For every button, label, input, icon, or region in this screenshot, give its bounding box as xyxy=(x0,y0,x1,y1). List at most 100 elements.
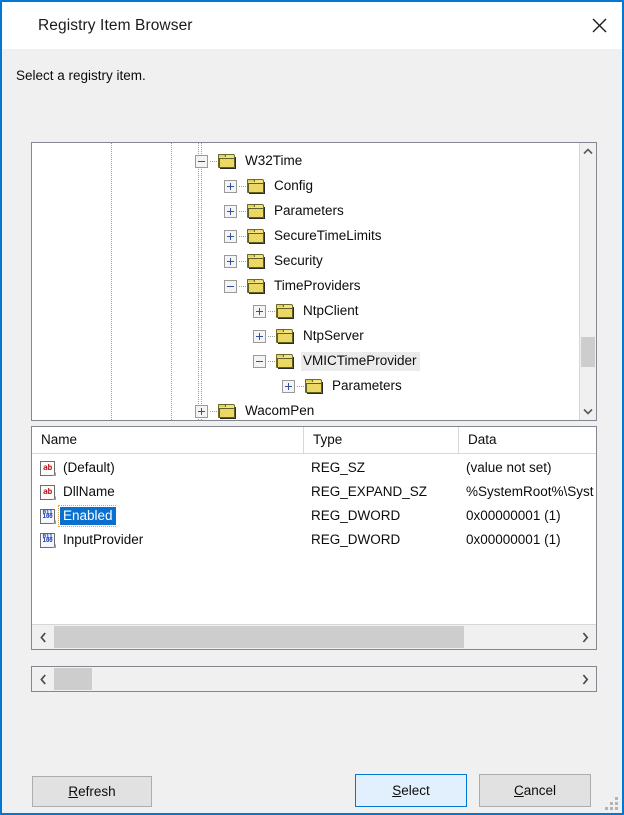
chevron-right-icon xyxy=(582,673,588,685)
tree-scroll-thumb[interactable] xyxy=(581,337,595,367)
refresh-button-label: Refresh xyxy=(68,784,115,799)
window-title: Registry Item Browser xyxy=(38,17,193,34)
tree-connector-line xyxy=(268,336,276,337)
list-item[interactable]: ab (Default) REG_SZ (value not set) xyxy=(32,456,596,480)
tree-node[interactable]: WacomPen xyxy=(195,399,317,420)
tree-connector-line xyxy=(297,386,305,387)
value-data-cell: %SystemRoot%\Syst xyxy=(466,484,594,499)
tree-node[interactable]: VMICTimeProvider xyxy=(253,349,420,374)
select-label-rest: elect xyxy=(401,783,430,798)
scroll-right-button[interactable] xyxy=(574,667,596,691)
folder-icon xyxy=(276,304,294,319)
collapse-node-icon[interactable] xyxy=(195,155,208,168)
list-item[interactable]: 011 100 InputProvider REG_DWORD 0x00000001 (… xyxy=(32,528,596,552)
scroll-up-button[interactable] xyxy=(580,143,596,160)
scroll-left-button[interactable] xyxy=(32,625,54,649)
tree-connector-line xyxy=(268,361,276,362)
list-item[interactable]: ab DllName REG_EXPAND_SZ %SystemRoot%\Syst xyxy=(32,480,596,504)
tree-node[interactable]: Parameters xyxy=(282,374,405,399)
select-button[interactable]: Select xyxy=(355,774,467,807)
list-horizontal-scrollbar[interactable] xyxy=(32,624,596,649)
expand-node-icon[interactable] xyxy=(224,230,237,243)
folder-icon xyxy=(218,154,236,169)
value-type-cell: REG_DWORD xyxy=(311,532,401,547)
expand-node-icon[interactable] xyxy=(195,405,208,418)
tree-connector-line xyxy=(210,161,218,162)
expand-node-icon[interactable] xyxy=(253,330,266,343)
chevron-down-icon xyxy=(583,408,593,415)
tree-connector-line xyxy=(239,261,247,262)
value-name-cell: 011 100 InputProvider xyxy=(40,528,146,552)
folder-icon xyxy=(247,179,265,194)
column-header-name[interactable]: Name xyxy=(32,427,303,453)
chevron-right-icon xyxy=(582,631,588,643)
title-bar: Registry Item Browser xyxy=(2,2,622,49)
dword-value-icon: 011 100 xyxy=(40,532,57,549)
value-name-text: DllName xyxy=(63,484,115,499)
folder-icon xyxy=(218,404,236,419)
list-scroll-thumb[interactable] xyxy=(54,626,464,648)
tree-node[interactable]: Parameters xyxy=(224,199,347,224)
refresh-button[interactable]: Refresh xyxy=(32,776,152,807)
tree-node-label: WacomPen xyxy=(245,403,315,418)
column-header-data[interactable]: Data xyxy=(458,427,596,453)
string-value-icon: ab xyxy=(40,484,57,501)
tree-vertical-scrollbar[interactable] xyxy=(579,143,596,420)
value-name-cell: ab DllName xyxy=(40,480,118,504)
value-name-text: InputProvider xyxy=(63,532,144,547)
tree-node-label: SecureTimeLimits xyxy=(274,228,382,243)
chevron-up-icon xyxy=(583,148,593,155)
expand-node-icon[interactable] xyxy=(282,380,295,393)
value-data-cell: 0x00000001 (1) xyxy=(466,508,561,523)
scroll-right-button[interactable] xyxy=(574,625,596,649)
tree-node-label: Security xyxy=(274,253,323,268)
accelerator-letter: S xyxy=(392,783,402,798)
tree-connector-line xyxy=(239,286,247,287)
close-button[interactable] xyxy=(576,2,622,48)
collapse-node-icon[interactable] xyxy=(224,280,237,293)
tree-node[interactable]: Config xyxy=(224,174,316,199)
scroll-down-button[interactable] xyxy=(580,403,596,420)
folder-icon xyxy=(247,229,265,244)
resize-grip-icon[interactable] xyxy=(605,797,618,810)
value-name-cell: ab (Default) xyxy=(40,456,118,480)
value-name-text: (Default) xyxy=(63,460,115,475)
expand-node-icon[interactable] xyxy=(224,205,237,218)
tree-node[interactable]: TimeProviders xyxy=(224,274,364,299)
expand-node-icon[interactable] xyxy=(253,305,266,318)
registry-values-list[interactable]: Name Type Data ab (Default) REG_SZ (value n… xyxy=(31,426,597,650)
accelerator-letter: C xyxy=(513,783,524,798)
tree-connector-line xyxy=(210,411,218,412)
expand-node-icon[interactable] xyxy=(224,180,237,193)
cancel-button[interactable]: Cancel xyxy=(479,774,591,807)
column-header-type[interactable]: Type xyxy=(303,427,458,453)
folder-icon xyxy=(247,204,265,219)
chevron-left-icon xyxy=(39,673,46,685)
value-data-cell: 0x00000001 (1) xyxy=(466,532,561,547)
value-name-cell: 011 100 Enabled xyxy=(40,504,116,528)
collapse-node-icon[interactable] xyxy=(253,355,266,368)
folder-icon xyxy=(247,279,265,294)
tree-node[interactable]: Security xyxy=(224,249,326,274)
folder-icon xyxy=(276,354,294,369)
scroll-left-button[interactable] xyxy=(32,667,54,691)
tree-node-label: Parameters xyxy=(274,203,344,218)
list-item[interactable]: 011 100 Enabled REG_DWORD 0x00000001 (1) xyxy=(32,504,596,528)
tree-node-label: NtpClient xyxy=(303,303,359,318)
expand-node-icon[interactable] xyxy=(224,255,237,268)
dword-value-icon: 011 100 xyxy=(40,508,57,525)
value-type-cell: REG_DWORD xyxy=(311,508,401,523)
list-body: ab (Default) REG_SZ (value not set) ab DllNam… xyxy=(32,454,596,624)
accelerator-letter: R xyxy=(68,784,79,799)
tree-node[interactable]: W32Time xyxy=(195,149,305,174)
registry-tree-view[interactable]: W32Time Config Parameters SecureTimeLimits S… xyxy=(31,142,597,421)
tree-node[interactable]: NtpClient xyxy=(253,299,362,324)
dialog-horizontal-scrollbar[interactable] xyxy=(31,666,597,692)
folder-icon xyxy=(276,329,294,344)
dialog-scroll-thumb[interactable] xyxy=(54,668,92,690)
tree-guide-rail xyxy=(171,143,172,420)
tree-node[interactable]: NtpServer xyxy=(253,324,367,349)
tree-connector-line xyxy=(239,236,247,237)
refresh-label-rest: efresh xyxy=(78,784,116,799)
tree-node[interactable]: SecureTimeLimits xyxy=(224,224,385,249)
